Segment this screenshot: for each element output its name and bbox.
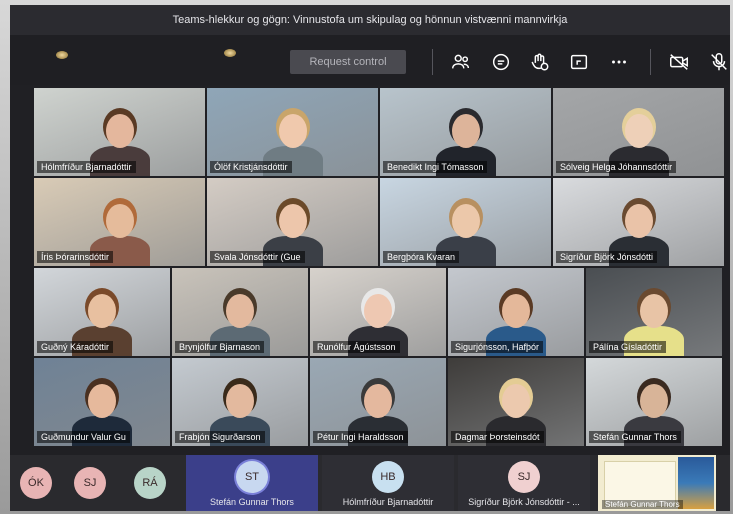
participant-avatar[interactable]: RÁ [134,467,166,499]
participant-avatar[interactable]: SJ [74,467,106,499]
video-tile[interactable]: Sigríður Björk Jónsdótti [553,178,724,266]
participant-face [105,114,134,148]
participant-name-label: Dagmar Þorsteinsdót [451,431,544,443]
teams-meeting-window: Teams-hlekkur og gögn: Vinnustofa um ski… [10,5,730,511]
audio-only-tile[interactable]: SJ Sigríður Björk Jónsdóttir - ... [458,455,590,511]
participant-face [364,384,392,418]
video-tile[interactable]: Sigurjónsson, Hafþór [448,268,584,356]
participant-name-label: Brynjólfur Bjarnason [175,341,265,353]
participant-face [640,384,668,418]
window-title: Teams-hlekkur og gögn: Vinnustofa um ski… [10,5,730,35]
participants-icon[interactable] [450,51,472,73]
video-tile[interactable]: Benedikt Ingi Tómasson [380,88,551,176]
video-tile[interactable]: Frabjón Sigurðarson [172,358,308,446]
participant-name-label: Bergþóra Kvaran [383,251,460,263]
mic-off-icon[interactable] [708,51,730,73]
participant-avatar: ST [236,461,268,493]
participant-face [278,204,307,238]
participant-name-label: Pétur Ingi Haraldsson [313,431,408,443]
participant-name-label: Hólmfríður Bjarnadóttir [37,161,136,173]
video-tile[interactable]: Dagmar Þorsteinsdót [448,358,584,446]
video-tile[interactable]: Íris Þórarinsdóttir [34,178,205,266]
participant-face [88,294,116,328]
video-tile[interactable]: Pálína Gísladóttir [586,268,722,356]
participant-face [624,204,653,238]
participant-name-label: Runólfur Ágústsson [313,341,400,353]
participant-face [502,294,530,328]
ceiling-light-reflection [224,49,236,57]
video-tile[interactable]: Brynjólfur Bjarnason [172,268,308,356]
video-tile[interactable]: Svala Jónsdóttir (Gue [207,178,378,266]
video-tile[interactable]: Guðný Káradóttir [34,268,170,356]
participant-face [624,114,653,148]
participant-face [502,384,530,418]
participant-face [640,294,668,328]
participant-name-label: Hólmfríður Bjarnadóttir [342,497,434,507]
video-tile[interactable]: Ólöf Kristjánsdóttir [207,88,378,176]
share-tray-icon[interactable] [568,51,590,73]
participant-face [88,384,116,418]
participant-name-label: Svala Jónsdóttir (Gue [210,251,305,263]
video-tile[interactable]: Hólmfríður Bjarnadóttir [34,88,205,176]
participant-name-label: Stefán Gunnar Thors [210,497,294,507]
video-tile[interactable]: Stefán Gunnar Thors [586,358,722,446]
participant-name-label: Sigríður Björk Jónsdótti [556,251,658,263]
chat-icon[interactable] [490,51,512,73]
audio-only-tile[interactable]: HB Hólmfríður Bjarnadóttir [322,455,454,511]
participant-face [278,114,307,148]
shared-doc-owner-label: Stefán Gunnar Thors [602,500,683,509]
video-tile[interactable]: Runólfur Ágústsson [310,268,446,356]
participant-avatar: SJ [508,461,540,493]
video-tile[interactable]: Guðmundur Valur Gu [34,358,170,446]
participant-face [451,114,480,148]
participant-name-label: Sigurjónsson, Hafþór [451,341,544,353]
participant-name-label: Sigríður Björk Jónsdóttir - ... [468,497,580,507]
participant-face [451,204,480,238]
reactions-icon[interactable] [528,51,550,73]
request-control-button[interactable]: Request control [290,50,406,74]
camera-off-icon[interactable] [668,51,690,73]
ceiling-light-reflection [56,51,68,59]
document-cover [678,457,714,509]
video-tile[interactable]: Sólveig Helga Jóhannsdóttir [553,88,724,176]
participant-avatar[interactable]: ÓK [20,467,52,499]
more-icon[interactable] [608,51,630,73]
video-tile[interactable]: Pétur Ingi Haraldsson [310,358,446,446]
participant-face [226,294,254,328]
participant-face [364,294,392,328]
participant-name-label: Pálína Gísladóttir [589,341,667,353]
meeting-toolbar: Request control [10,35,730,85]
participant-name-label: Guðný Káradóttir [37,341,114,353]
participant-name-label: Sólveig Helga Jóhannsdóttir [556,161,677,173]
participant-name-label: Benedikt Ingi Tómasson [383,161,488,173]
participant-name-label: Frabjón Sigurðarson [175,431,265,443]
toolbar-divider [432,49,433,75]
toolbar-divider [650,49,651,75]
participant-name-label: Íris Þórarinsdóttir [37,251,114,263]
participant-avatar: HB [372,461,404,493]
shared-document-thumbnail[interactable]: Stefán Gunnar Thors [598,455,716,511]
participant-face [226,384,254,418]
participant-name-label: Ólöf Kristjánsdóttir [210,161,292,173]
audio-only-tile[interactable]: ST Stefán Gunnar Thors [186,455,318,511]
participant-name-label: Guðmundur Valur Gu [37,431,130,443]
video-tile[interactable]: Bergþóra Kvaran [380,178,551,266]
participant-face [105,204,134,238]
video-grid: Hólmfríður Bjarnadóttir Ólöf Kristjánsdót… [34,88,726,454]
participant-name-label: Stefán Gunnar Thors [589,431,681,443]
